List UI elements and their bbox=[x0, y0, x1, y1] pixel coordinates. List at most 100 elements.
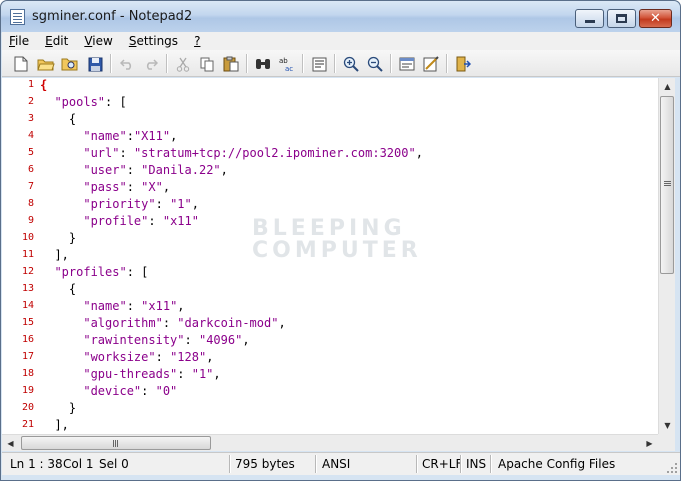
code-line[interactable]: "user": "Danila.22", bbox=[40, 163, 228, 177]
string-token: "0" bbox=[155, 384, 178, 398]
cut-icon[interactable] bbox=[173, 54, 193, 74]
code-line[interactable]: "worksize": "128", bbox=[40, 350, 213, 364]
menu-help-accel: ? bbox=[194, 34, 201, 48]
code-token: , bbox=[213, 367, 221, 381]
scroll-right-arrow-icon[interactable]: ▶ bbox=[641, 435, 658, 452]
status-scheme[interactable]: Apache Config Files bbox=[498, 457, 615, 471]
code-line[interactable]: "pools": [ bbox=[40, 95, 126, 109]
code-line[interactable]: "url": "stratum+tcp://pool2.ipominer.com… bbox=[40, 146, 423, 160]
svg-text:ab: ab bbox=[279, 57, 288, 65]
code-line[interactable]: "name": "x11", bbox=[40, 299, 184, 313]
undo-icon[interactable] bbox=[117, 54, 137, 74]
code-token: , bbox=[170, 129, 178, 143]
zoom-out-icon[interactable] bbox=[365, 54, 385, 74]
vertical-scrollbar[interactable]: ▲ ▼ bbox=[658, 78, 675, 434]
toolbar-separator bbox=[110, 54, 111, 73]
exit-icon[interactable] bbox=[453, 54, 473, 74]
status-encoding[interactable]: ANSI bbox=[322, 457, 350, 471]
open-icon[interactable] bbox=[36, 54, 56, 74]
line-number: 21 bbox=[21, 419, 34, 430]
line-number: 9 bbox=[27, 215, 34, 226]
code-line[interactable]: "name":"X11", bbox=[40, 129, 177, 143]
code-token: } bbox=[40, 401, 77, 415]
scroll-down-arrow-icon[interactable]: ▼ bbox=[659, 417, 676, 434]
zoom-in-icon[interactable] bbox=[341, 54, 361, 74]
code-line[interactable]: "rawintensity": "4096", bbox=[40, 333, 250, 347]
menu-file[interactable]: File bbox=[8, 34, 30, 48]
scheme-icon[interactable] bbox=[397, 54, 417, 74]
code-line[interactable]: "priority": "1", bbox=[40, 197, 199, 211]
redo-icon[interactable] bbox=[141, 54, 161, 74]
status-insert-mode[interactable]: INS bbox=[466, 457, 486, 471]
word-wrap-icon[interactable] bbox=[309, 54, 329, 74]
string-token: "128" bbox=[170, 350, 207, 364]
code-token: : bbox=[119, 146, 134, 160]
text-editor[interactable]: 1 2 3 4 5 6 7 8 9 10 11 12 13 14 15 16 1… bbox=[2, 78, 658, 434]
customize-icon[interactable] bbox=[421, 54, 441, 74]
code-line[interactable]: "device": "0" bbox=[40, 384, 177, 398]
watermark: BLEEPING COMPUTER bbox=[252, 218, 472, 262]
menu-edit[interactable]: Edit bbox=[44, 34, 69, 48]
string-token: "name" bbox=[83, 129, 127, 143]
close-button[interactable]: ✕ bbox=[639, 9, 672, 28]
horizontal-scroll-thumb[interactable] bbox=[21, 436, 211, 450]
toolbar-separator bbox=[246, 54, 247, 73]
scrollbar-corner bbox=[658, 434, 675, 451]
browse-icon[interactable] bbox=[60, 54, 80, 74]
paste-icon[interactable] bbox=[221, 54, 241, 74]
line-number: 17 bbox=[21, 351, 34, 362]
maximize-button[interactable] bbox=[607, 9, 636, 28]
string-token: "profiles" bbox=[54, 265, 127, 279]
code-line[interactable]: { bbox=[40, 282, 76, 296]
resize-grip-icon[interactable] bbox=[666, 462, 678, 474]
menu-view[interactable]: View bbox=[83, 34, 113, 48]
title-bar[interactable]: sgminer.conf - Notepad2 ✕ bbox=[1, 1, 680, 32]
code-line[interactable]: "profiles": [ bbox=[40, 265, 148, 279]
code-line[interactable]: { bbox=[40, 78, 47, 92]
status-separator bbox=[490, 455, 491, 473]
line-number: 7 bbox=[27, 181, 34, 192]
string-token: "stratum+tcp://pool2.ipominer.com:3200" bbox=[133, 146, 416, 160]
minimize-button[interactable] bbox=[575, 9, 604, 28]
code-line[interactable]: "algorithm": "darkcoin-mod", bbox=[40, 316, 285, 330]
menu-settings[interactable]: Settings bbox=[128, 34, 179, 48]
code-token: : bbox=[126, 129, 134, 143]
code-token: , bbox=[220, 163, 228, 177]
menu-file-label: ile bbox=[15, 34, 30, 48]
code-line[interactable]: "profile": "x11" bbox=[40, 214, 199, 228]
find-icon[interactable] bbox=[253, 54, 273, 74]
code-line[interactable]: } bbox=[40, 231, 76, 245]
code-line[interactable]: "gpu-threads": "1", bbox=[40, 367, 221, 381]
new-icon[interactable] bbox=[11, 54, 31, 74]
string-token: "Danila.22" bbox=[141, 163, 221, 177]
string-token: "gpu-threads" bbox=[83, 367, 178, 381]
scroll-left-arrow-icon[interactable]: ◀ bbox=[2, 435, 19, 452]
code-line[interactable]: } bbox=[40, 401, 76, 415]
maximize-icon bbox=[616, 14, 627, 23]
line-number: 19 bbox=[21, 385, 34, 396]
horizontal-scrollbar[interactable]: ◀ ▶ bbox=[2, 434, 658, 451]
code-line[interactable]: { bbox=[40, 112, 76, 126]
save-icon[interactable] bbox=[85, 54, 105, 74]
vertical-scroll-thumb[interactable] bbox=[660, 96, 674, 274]
copy-icon[interactable] bbox=[197, 54, 217, 74]
code-line[interactable]: ], bbox=[40, 248, 68, 262]
status-line-position: Ln 1 : 38 bbox=[10, 457, 63, 471]
line-number: 10 bbox=[21, 232, 34, 243]
notepad-document-icon[interactable] bbox=[10, 9, 25, 25]
code-line[interactable]: ], bbox=[40, 418, 68, 432]
code-line[interactable]: "pass": "X", bbox=[40, 180, 170, 194]
replace-icon[interactable]: ab ac bbox=[277, 54, 297, 74]
minimize-icon bbox=[584, 20, 595, 23]
scroll-up-arrow-icon[interactable]: ▲ bbox=[659, 78, 676, 95]
menu-help[interactable]: ? bbox=[193, 34, 201, 48]
code-token: , bbox=[242, 333, 250, 347]
status-line-endings[interactable]: CR+LF bbox=[422, 457, 462, 471]
